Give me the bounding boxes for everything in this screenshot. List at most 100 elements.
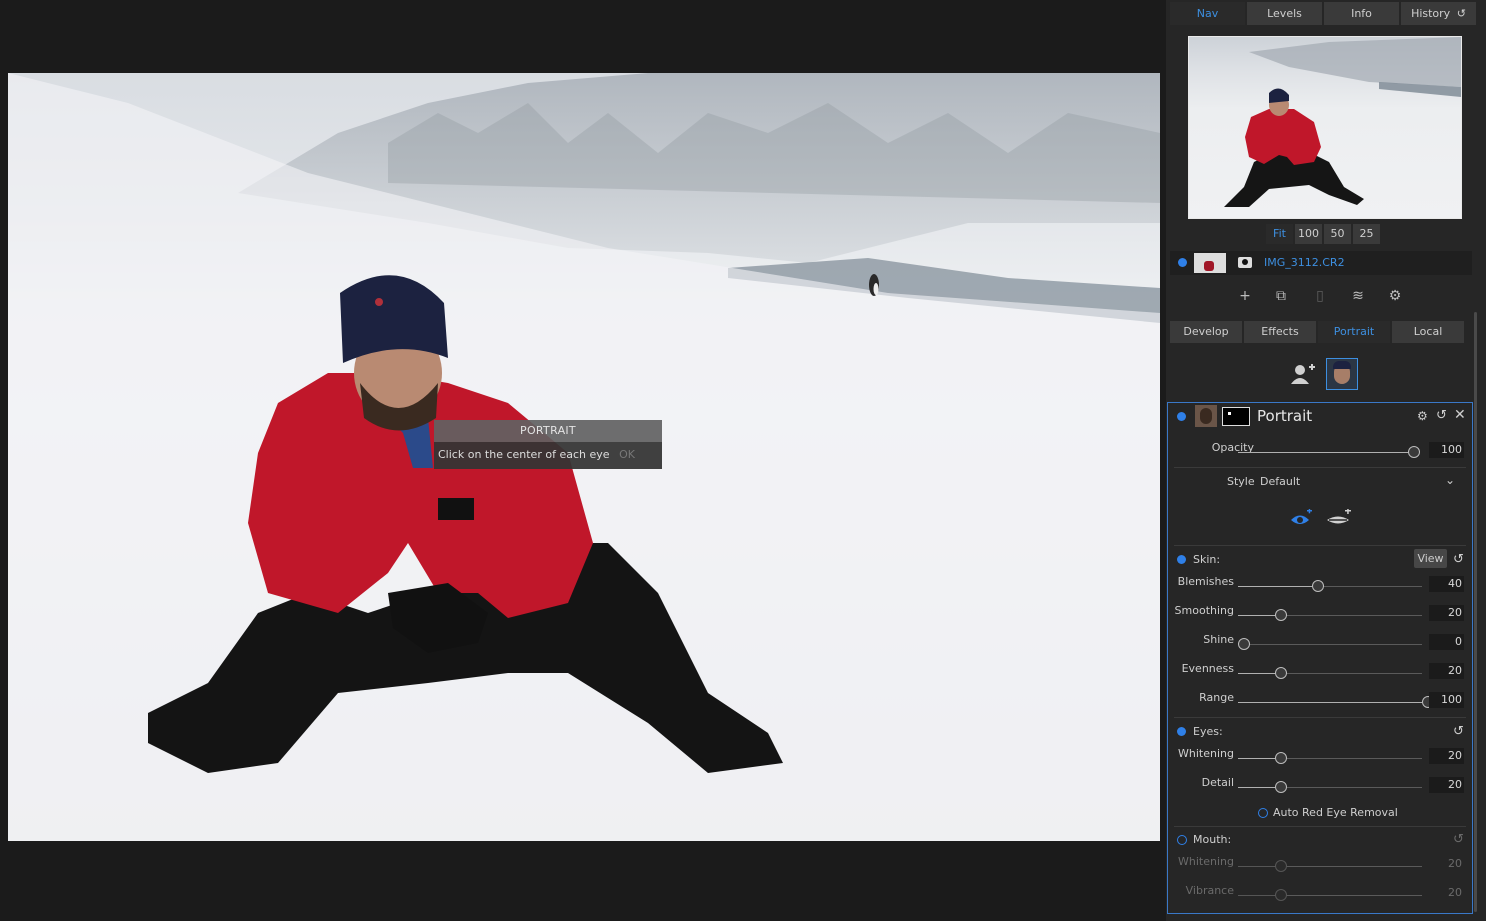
slider-track[interactable] [1238, 860, 1422, 872]
portrait-face-thumb [1195, 405, 1217, 427]
layer-name[interactable]: IMG_3112.CR2 [1264, 256, 1345, 269]
slider-track[interactable] [1238, 580, 1422, 592]
tab-history[interactable]: History ↺ [1401, 2, 1476, 25]
slider-label: Range [1199, 691, 1234, 704]
canvas-area[interactable]: PORTRAIT Click on the center of each eye… [0, 0, 1166, 921]
tab-info[interactable]: Info [1324, 2, 1399, 25]
eye-tool-icon[interactable] [1289, 508, 1313, 529]
slider-knob[interactable] [1275, 609, 1287, 621]
navigator-preview[interactable] [1188, 36, 1462, 219]
preview-thumbnail [1224, 37, 1461, 207]
dialog-title: PORTRAIT [434, 420, 662, 442]
slider-label: Vibrance [1185, 884, 1234, 897]
slider-track[interactable] [1238, 696, 1434, 708]
eyes-reset-icon[interactable]: ↺ [1453, 724, 1464, 739]
slider-track[interactable] [1238, 638, 1422, 650]
slider-knob[interactable] [1275, 667, 1287, 679]
mouth-tool-icon[interactable] [1326, 508, 1352, 529]
slider-label: Smoothing [1174, 604, 1234, 617]
tab-local[interactable]: Local [1392, 321, 1464, 343]
auto-red-eye-label[interactable]: Auto Red Eye Removal [1273, 806, 1398, 819]
right-panel: Nav Levels Info History ↺ Fit 100 50 25 [1166, 0, 1486, 921]
slider-value[interactable]: 0 [1429, 634, 1464, 650]
zoom-25-button[interactable]: 25 [1353, 224, 1380, 244]
skin-enable-toggle[interactable] [1177, 555, 1186, 564]
nav-tabs: Nav Levels Info History ↺ [1170, 2, 1476, 25]
settings-gear-icon[interactable]: ⚙ [1417, 409, 1428, 423]
module-tabs: Develop Effects Portrait Local [1170, 321, 1464, 343]
layer-tools: + ⧉ ▯ ≋ ⚙ [1166, 285, 1472, 309]
opacity-value[interactable]: 100 [1429, 442, 1464, 458]
delete-layer-icon[interactable]: ▯ [1310, 285, 1330, 307]
tab-portrait[interactable]: Portrait [1318, 321, 1390, 343]
zoom-bar: Fit 100 50 25 [1266, 224, 1380, 244]
eyes-label: Eyes: [1193, 725, 1223, 738]
skin-view-button[interactable]: View [1414, 549, 1447, 568]
duplicate-layer-icon[interactable]: ⧉ [1271, 285, 1291, 307]
tab-nav[interactable]: Nav [1170, 2, 1245, 25]
close-icon[interactable]: ✕ [1454, 407, 1466, 423]
ok-button[interactable]: OK [619, 448, 635, 461]
slider-track[interactable] [1238, 781, 1422, 793]
panel-scrollbar[interactable] [1474, 312, 1477, 912]
slider-label: Whitening [1178, 747, 1234, 760]
slider-value[interactable]: 20 [1429, 663, 1464, 679]
layer-thumbnail [1194, 253, 1226, 273]
slider-value[interactable]: 20 [1429, 777, 1464, 793]
slider-label: Blemishes [1177, 575, 1234, 588]
slider-value[interactable]: 100 [1429, 692, 1464, 708]
reset-icon[interactable]: ↺ [1436, 408, 1447, 423]
slider-value[interactable]: 20 [1429, 885, 1464, 901]
eyes-enable-toggle[interactable] [1177, 727, 1186, 736]
slider-label: Detail [1201, 776, 1234, 789]
slider-label: Shine [1203, 633, 1234, 646]
skin-label: Skin: [1193, 553, 1221, 566]
slider-track[interactable] [1238, 609, 1422, 621]
tab-levels[interactable]: Levels [1247, 2, 1322, 25]
opacity-slider[interactable] [1238, 446, 1420, 458]
layers-stack-icon[interactable]: ≋ [1348, 285, 1368, 307]
slider-track[interactable] [1238, 889, 1422, 901]
chevron-down-icon[interactable]: ⌄ [1445, 473, 1455, 487]
portrait-mask-thumb[interactable] [1222, 407, 1250, 426]
style-dropdown-value[interactable]: Default [1260, 475, 1300, 488]
portrait-filter-panel: Portrait ⚙ ↺ ✕ Opacity 100 Style Default… [1167, 402, 1473, 914]
face-thumbnail[interactable] [1326, 358, 1358, 390]
layer-visibility-toggle[interactable] [1178, 258, 1187, 267]
slider-knob[interactable] [1275, 860, 1287, 872]
portrait-enable-toggle[interactable] [1177, 412, 1186, 421]
add-layer-icon[interactable]: + [1235, 285, 1255, 307]
slider-track[interactable] [1238, 752, 1422, 764]
slider-value[interactable]: 20 [1429, 748, 1464, 764]
portrait-title: Portrait [1257, 407, 1313, 425]
zoom-50-button[interactable]: 50 [1324, 224, 1351, 244]
layer-settings-gear-icon[interactable]: ⚙ [1385, 285, 1405, 307]
slider-value[interactable]: 40 [1429, 576, 1464, 592]
portrait-eye-dialog: PORTRAIT Click on the center of each eye… [434, 420, 662, 469]
skin-reset-icon[interactable]: ↺ [1453, 552, 1464, 567]
slider-label: Whitening [1178, 855, 1234, 868]
opacity-slider-knob[interactable] [1408, 446, 1420, 458]
auto-red-eye-radio[interactable] [1258, 808, 1268, 818]
mouth-enable-toggle[interactable] [1177, 835, 1187, 845]
tab-effects[interactable]: Effects [1244, 321, 1316, 343]
slider-label: Evenness [1181, 662, 1234, 675]
slider-knob[interactable] [1238, 638, 1250, 650]
slider-knob[interactable] [1275, 752, 1287, 764]
tab-history-label: History [1411, 7, 1451, 20]
style-label: Style [1227, 475, 1255, 488]
slider-knob[interactable] [1275, 889, 1287, 901]
layer-row[interactable]: IMG_3112.CR2 [1170, 251, 1472, 275]
zoom-fit-button[interactable]: Fit [1266, 224, 1293, 244]
slider-value[interactable]: 20 [1429, 605, 1464, 621]
mouth-reset-icon[interactable]: ↺ [1453, 832, 1464, 847]
slider-track[interactable] [1238, 667, 1422, 679]
slider-value[interactable]: 20 [1429, 856, 1464, 872]
mask-icon[interactable] [1238, 257, 1252, 268]
undo-icon: ↺ [1456, 7, 1466, 20]
zoom-100-button[interactable]: 100 [1295, 224, 1322, 244]
add-face-icon[interactable] [1290, 362, 1316, 386]
tab-develop[interactable]: Develop [1170, 321, 1242, 343]
slider-knob[interactable] [1312, 580, 1324, 592]
slider-knob[interactable] [1275, 781, 1287, 793]
